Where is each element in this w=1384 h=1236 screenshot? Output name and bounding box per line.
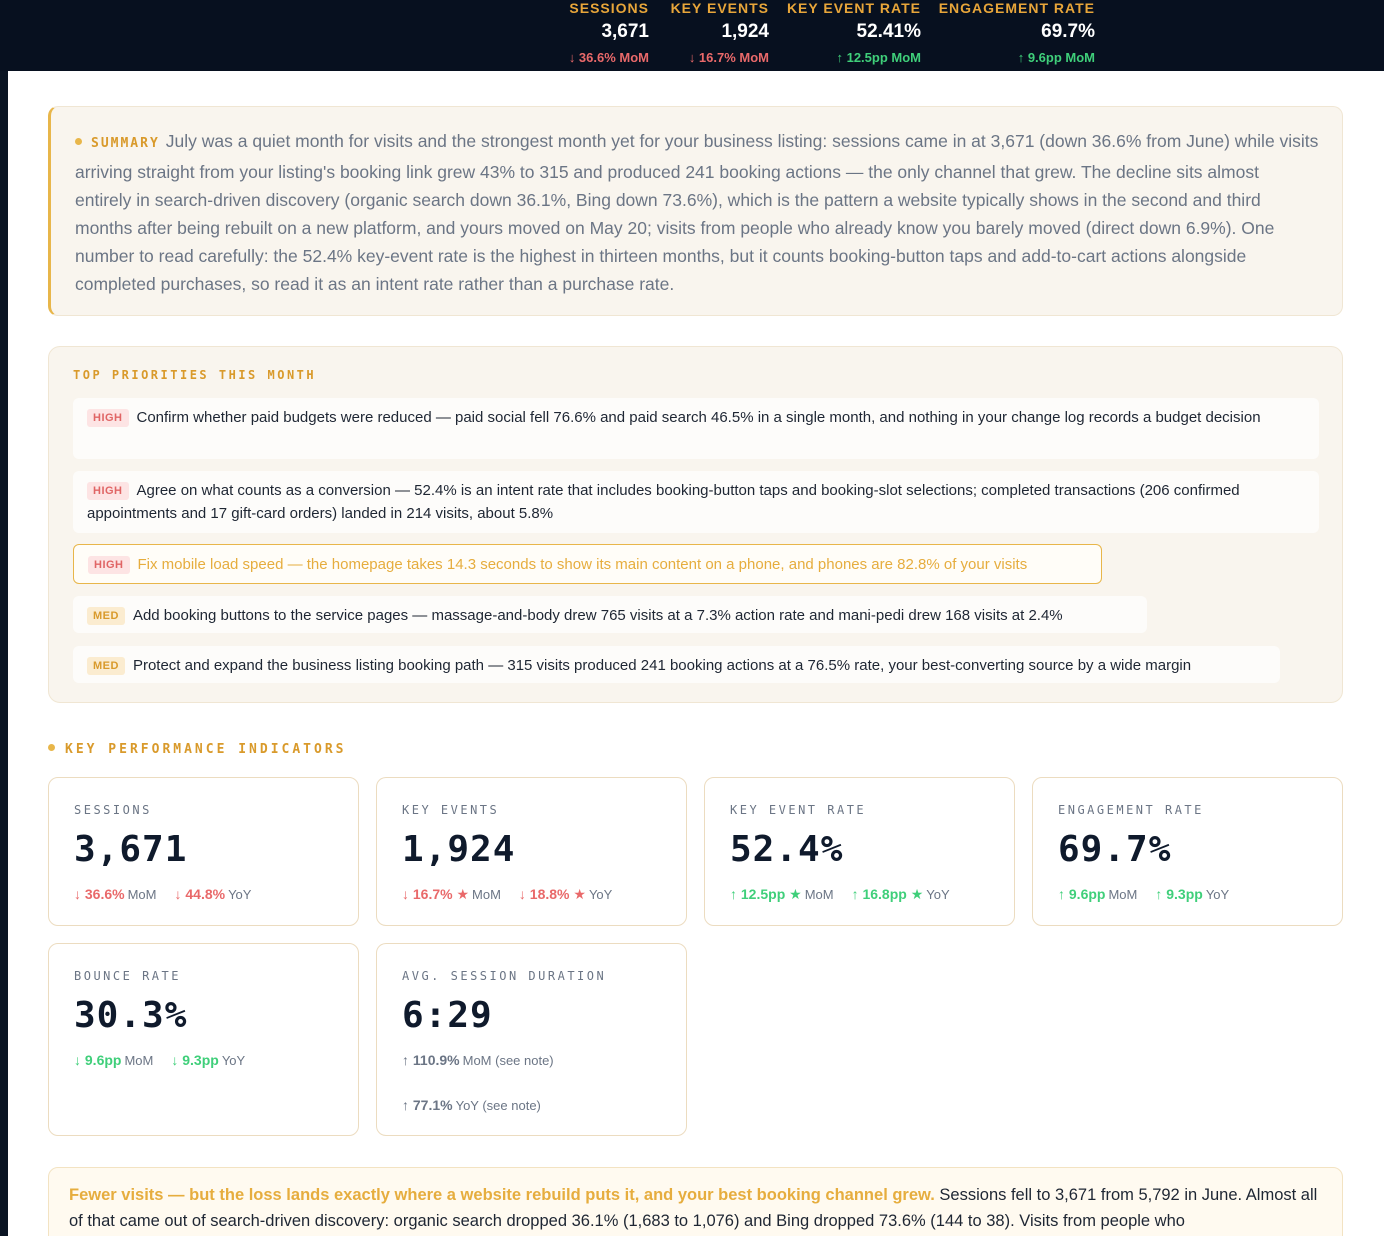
insight-panel: Fewer visits — but the loss lands exactl… bbox=[48, 1167, 1343, 1236]
header-kpi-value: 3,671 bbox=[601, 21, 649, 42]
kpi-card-changes: ↓ 16.7% ★ MoM ↓ 18.8% ★ YoY bbox=[402, 884, 661, 905]
header-kpi-label: KEY EVENT RATE bbox=[786, 0, 921, 16]
kpi-card-value: 52.4% bbox=[730, 829, 844, 870]
kpi-card-changes: ↓ 36.6% MoM ↓ 44.8% YoY bbox=[74, 884, 333, 905]
yoy-label: YoY bbox=[228, 887, 252, 902]
priority-badge-med: MED bbox=[87, 657, 125, 675]
priority-text: Confirm whether paid budgets were reduce… bbox=[136, 409, 1261, 426]
mom-change: ↑ 110.9% bbox=[402, 1052, 460, 1068]
header-kpi-change: ↑ 12.5pp MoM bbox=[836, 50, 921, 65]
kpi-card-changes: ↓ 9.6pp MoM ↓ 9.3pp YoY bbox=[74, 1050, 333, 1071]
header-kpi-key-event-rate: KEY EVENT RATE 52.41% ↑ 12.5pp MoM bbox=[787, 0, 921, 66]
priority-item[interactable]: HIGH Confirm whether paid budgets were re… bbox=[73, 398, 1319, 459]
bullet-dot-icon bbox=[75, 138, 82, 145]
kpi-card-value: 69.7% bbox=[1058, 829, 1172, 870]
kpi-section-title-label: KEY PERFORMANCE INDICATORS bbox=[65, 742, 347, 757]
mom-change: ↑ 9.6pp bbox=[1058, 886, 1106, 902]
mom-change: ↑ 12.5pp ★ bbox=[730, 886, 802, 902]
summary-panel: SUMMARY July was a quiet month for visits… bbox=[48, 106, 1343, 316]
mom-label: MoM bbox=[804, 887, 834, 902]
priority-item-selected[interactable]: HIGH Fix mobile load speed — the homepage… bbox=[73, 544, 1102, 584]
priorities-panel: TOP PRIORITIES THIS MONTH HIGH Confirm wh… bbox=[48, 346, 1343, 703]
yoy-label: YoY bbox=[221, 1053, 246, 1068]
kpi-card-value: 6:29 bbox=[402, 995, 493, 1036]
yoy-change: ↑ 9.3pp bbox=[1155, 886, 1203, 902]
priority-item[interactable]: HIGH Agree on what counts as a conversion… bbox=[73, 471, 1319, 533]
top-kpi-bar: SESSIONS 3,671 ↓ 36.6% MoM KEY EVENTS 1,… bbox=[0, 0, 1384, 71]
priority-item[interactable]: MED Add booking buttons to the service pa… bbox=[73, 596, 1147, 633]
priority-text: Protect and expand the business listing … bbox=[132, 657, 1192, 674]
priority-item[interactable]: MED Protect and expand the business listi… bbox=[73, 646, 1280, 683]
kpi-section-title: KEY PERFORMANCE INDICATORS bbox=[48, 742, 347, 758]
kpi-card-value: 3,671 bbox=[74, 829, 188, 870]
header-kpi-key-events: KEY EVENTS 1,924 ↓ 16.7% MoM bbox=[671, 0, 769, 66]
header-kpi-engagement-rate: ENGAGEMENT RATE 69.7% ↑ 9.6pp MoM bbox=[939, 0, 1095, 66]
kpi-card-changes: ↑ 9.6pp MoM ↑ 9.3pp YoY bbox=[1058, 884, 1317, 905]
report-page: SUMMARY July was a quiet month for visits… bbox=[8, 71, 1384, 1236]
yoy-label: YoY bbox=[1205, 887, 1230, 902]
yoy-change: ↑ 16.8pp ★ bbox=[851, 886, 924, 902]
kpi-card-yoy-row: ↑ 77.1% YoY (see note) bbox=[402, 1095, 661, 1116]
mom-label: MoM bbox=[127, 887, 157, 902]
kpi-card-label: KEY EVENT RATE bbox=[730, 803, 867, 817]
mom-label: MoM bbox=[124, 1053, 154, 1068]
header-kpi-label: KEY EVENTS bbox=[670, 0, 769, 16]
kpi-card-bounce-rate[interactable]: BOUNCE RATE 30.3% ↓ 9.6pp MoM ↓ 9.3pp YoY bbox=[48, 943, 359, 1136]
kpi-card-changes: ↑ 12.5pp ★ MoM ↑ 16.8pp ★ YoY bbox=[730, 884, 989, 905]
summary-tag-label: SUMMARY bbox=[91, 136, 160, 151]
kpi-card-value: 1,924 bbox=[402, 829, 516, 870]
mom-change: ↓ 36.6% bbox=[74, 886, 125, 902]
header-kpi-value: 1,924 bbox=[721, 21, 769, 42]
kpi-card-value: 30.3% bbox=[74, 995, 188, 1036]
header-kpi-label: ENGAGEMENT RATE bbox=[938, 0, 1095, 16]
kpi-card-avg-session-duration[interactable]: AVG. SESSION DURATION 6:29 ↑ 110.9% MoM (… bbox=[376, 943, 687, 1136]
header-kpi-sessions: SESSIONS 3,671 ↓ 36.6% MoM bbox=[569, 0, 649, 66]
priority-badge-high: HIGH bbox=[87, 482, 129, 500]
header-kpi-label: SESSIONS bbox=[569, 0, 649, 16]
kpi-card-key-event-rate[interactable]: KEY EVENT RATE 52.4% ↑ 12.5pp ★ MoM ↑ 16.8… bbox=[704, 777, 1015, 926]
summary-tag: SUMMARY bbox=[75, 136, 160, 151]
mom-change: ↓ 16.7% ★ bbox=[402, 886, 470, 902]
header-kpi-value: 69.7% bbox=[1041, 21, 1095, 42]
priority-text: Fix mobile load speed — the homepage tak… bbox=[137, 556, 1028, 573]
header-kpi-change: ↑ 9.6pp MoM bbox=[1017, 50, 1095, 65]
yoy-change: ↓ 9.3pp bbox=[171, 1052, 219, 1068]
header-kpi-change: ↓ 36.6% MoM bbox=[568, 50, 649, 65]
mom-change: ↓ 9.6pp bbox=[74, 1052, 122, 1068]
kpi-card-label: KEY EVENTS bbox=[402, 803, 500, 817]
priority-badge-high: HIGH bbox=[87, 409, 129, 427]
yoy-change: ↑ 77.1% bbox=[402, 1097, 453, 1113]
priority-badge-high: HIGH bbox=[88, 556, 130, 574]
priorities-title: TOP PRIORITIES THIS MONTH bbox=[73, 368, 317, 382]
kpi-card-label: AVG. SESSION DURATION bbox=[402, 969, 607, 983]
kpi-card-key-events[interactable]: KEY EVENTS 1,924 ↓ 16.7% ★ MoM ↓ 18.8% ★ Yo… bbox=[376, 777, 687, 926]
kpi-card-label: BOUNCE RATE bbox=[74, 969, 181, 983]
priority-text: Agree on what counts as a conversion — 5… bbox=[87, 482, 1240, 522]
priority-text: Add booking buttons to the service pages… bbox=[132, 607, 1063, 624]
kpi-card-sessions[interactable]: SESSIONS 3,671 ↓ 36.6% MoM ↓ 44.8% YoY bbox=[48, 777, 359, 926]
kpi-card-label: SESSIONS bbox=[74, 803, 152, 817]
bullet-dot-icon bbox=[48, 744, 55, 751]
header-kpi-change: ↓ 16.7% MoM bbox=[688, 50, 769, 65]
summary-text: July was a quiet month for visits and th… bbox=[75, 131, 1319, 294]
mom-label: MoM (see note) bbox=[462, 1053, 554, 1068]
header-kpi-value: 52.41% bbox=[856, 21, 921, 42]
kpi-card-mom-row: ↑ 110.9% MoM (see note) bbox=[402, 1050, 661, 1071]
yoy-change: ↓ 18.8% ★ bbox=[518, 886, 586, 902]
kpi-card-label: ENGAGEMENT RATE bbox=[1058, 803, 1204, 817]
mom-label: MoM bbox=[1108, 887, 1138, 902]
priority-badge-med: MED bbox=[87, 607, 125, 625]
mom-label: MoM bbox=[472, 887, 501, 902]
yoy-label: YoY bbox=[588, 887, 613, 902]
yoy-label: YoY bbox=[926, 887, 950, 902]
insight-headline: Fewer visits — but the loss lands exactl… bbox=[69, 1186, 935, 1204]
kpi-card-engagement-rate[interactable]: ENGAGEMENT RATE 69.7% ↑ 9.6pp MoM ↑ 9.3pp Y… bbox=[1032, 777, 1343, 926]
yoy-change: ↓ 44.8% bbox=[174, 886, 226, 902]
yoy-label: YoY (see note) bbox=[455, 1098, 541, 1113]
